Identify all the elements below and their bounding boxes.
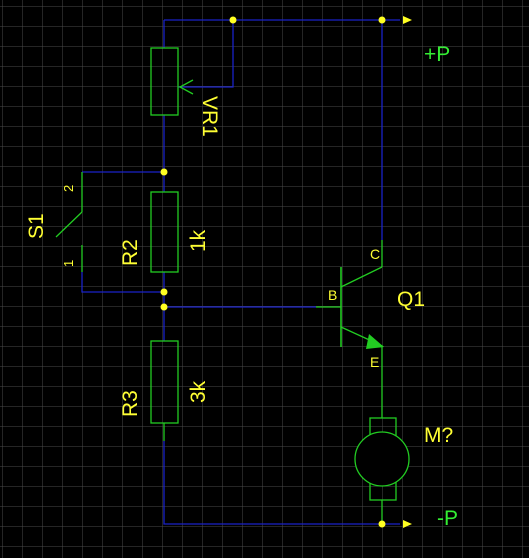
junction-dot [160, 303, 168, 311]
vr1-ref-label: VR1 [198, 96, 221, 137]
q1-ref-label: Q1 [397, 288, 425, 311]
motor-ref-label: M? [424, 424, 453, 447]
s1-pin2-label: 2 [61, 185, 76, 192]
junction-dot [378, 520, 386, 528]
r3-value-label: 3k [187, 380, 210, 403]
junction-dot [160, 168, 168, 176]
s1-ref-label: S1 [25, 213, 48, 239]
q1-pin-e-label: E [370, 354, 379, 370]
junction-dot [229, 16, 237, 24]
q1-pin-b-label: B [328, 287, 337, 303]
r3-ref-label: R3 [119, 390, 142, 417]
q1-pin-c-label: C [370, 246, 380, 262]
schematic: VR1 R2 1k R3 3k S1 2 1 C B E Q1 M? +P -P [0, 0, 529, 558]
grid [0, 0, 529, 558]
r2-value-label: 1k [187, 229, 210, 252]
negative-power-label: -P [437, 507, 458, 530]
s1-pin1-label: 1 [61, 260, 76, 267]
junction-dot [160, 288, 168, 296]
positive-power-label: +P [424, 43, 450, 66]
junction-dot [378, 16, 386, 24]
r2-ref-label: R2 [119, 239, 142, 266]
schematic-canvas: VR1 R2 1k R3 3k S1 2 1 C B E Q1 M? +P -P [0, 0, 529, 558]
